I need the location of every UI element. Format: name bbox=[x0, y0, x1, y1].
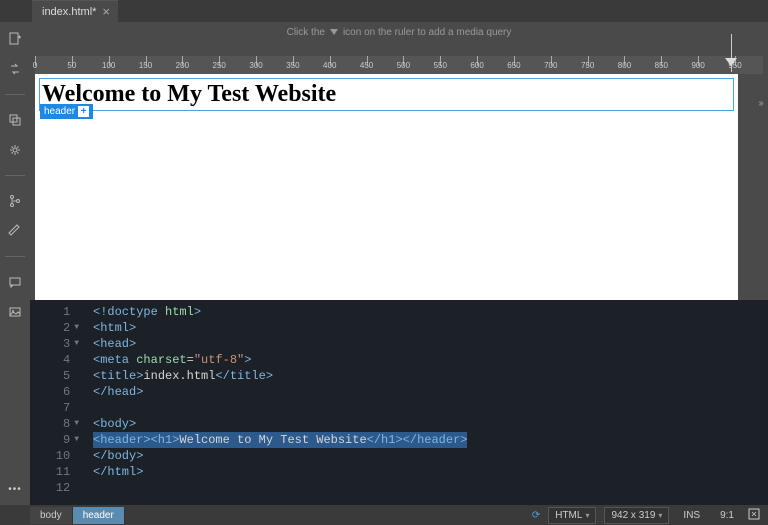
ruler-label: 900 bbox=[691, 61, 704, 70]
code-line[interactable]: </body> bbox=[93, 448, 768, 464]
sync-icon[interactable]: ⟳ bbox=[532, 510, 540, 521]
ruler-label: 650 bbox=[507, 61, 520, 70]
code-line[interactable]: <header><h1>Welcome to My Test Website</… bbox=[93, 432, 768, 448]
branch-icon[interactable] bbox=[6, 192, 24, 210]
plus-icon[interactable]: + bbox=[78, 106, 89, 117]
code-line[interactable]: <!doctype html> bbox=[93, 304, 768, 320]
separator bbox=[5, 94, 25, 95]
gutter-line: 11 bbox=[30, 464, 79, 480]
code-body[interactable]: <!doctype html><html><head><meta charset… bbox=[85, 300, 768, 505]
viewport-size[interactable]: 942 x 319 ▾ bbox=[604, 507, 669, 524]
insert-mode[interactable]: INS bbox=[677, 508, 706, 523]
code-line[interactable]: <head> bbox=[93, 336, 768, 352]
gutter-line: 4 bbox=[30, 352, 79, 368]
separator bbox=[5, 175, 25, 176]
comment-icon[interactable] bbox=[6, 273, 24, 291]
ruler-label: 250 bbox=[213, 61, 226, 70]
ruler-label: 100 bbox=[102, 61, 115, 70]
gutter-line: 12 bbox=[30, 480, 79, 496]
gutter-line: 10 bbox=[30, 448, 79, 464]
code-line[interactable]: </head> bbox=[93, 384, 768, 400]
gutter-line: 2▼ bbox=[30, 320, 79, 336]
element-tag-badge[interactable]: header + bbox=[40, 104, 93, 119]
file-tab[interactable]: index.html* × bbox=[32, 0, 118, 22]
code-line[interactable]: <html> bbox=[93, 320, 768, 336]
code-line[interactable]: <meta charset="utf-8"> bbox=[93, 352, 768, 368]
expand-icon[interactable] bbox=[748, 508, 760, 523]
hint-suffix: icon on the ruler to add a media query bbox=[343, 27, 511, 38]
swap-icon[interactable] bbox=[6, 60, 24, 78]
gutter-line: 3▼ bbox=[30, 336, 79, 352]
ruler-label: 850 bbox=[655, 61, 668, 70]
ruler-label: 500 bbox=[397, 61, 410, 70]
cursor-position: 9:1 bbox=[714, 508, 740, 523]
ruler-label: 550 bbox=[434, 61, 447, 70]
ruler-label: 350 bbox=[286, 61, 299, 70]
ruler[interactable]: 0 50 100 150 200 250 300 350 400 450 500 550 600 650 7… bbox=[35, 56, 763, 74]
page-heading: Welcome to My Test Website bbox=[42, 81, 731, 108]
gutter-line: 6 bbox=[30, 384, 79, 400]
gutter-line: 1 bbox=[30, 304, 79, 320]
media-query-hint: Click the icon on the ruler to add a med… bbox=[30, 22, 768, 42]
main-area: Click the icon on the ruler to add a med… bbox=[30, 22, 768, 505]
heading-selection[interactable]: Welcome to My Test Website bbox=[39, 78, 734, 111]
viewport-size-label: 942 x 319 bbox=[611, 510, 655, 521]
ruler-marker-head-icon[interactable] bbox=[725, 58, 737, 66]
code-line[interactable]: <title>index.html</title> bbox=[93, 368, 768, 384]
language-selector[interactable]: HTML ▾ bbox=[548, 507, 596, 524]
ruler-label: 750 bbox=[581, 61, 594, 70]
ruler-label: 450 bbox=[360, 61, 373, 70]
more-icon[interactable]: ••• bbox=[8, 484, 22, 495]
tag-badge-label: header bbox=[44, 106, 75, 117]
left-toolbar: ••• bbox=[0, 22, 30, 505]
gear-icon[interactable] bbox=[6, 141, 24, 159]
chevron-down-icon: ▾ bbox=[658, 511, 662, 520]
ruler-label: 200 bbox=[176, 61, 189, 70]
dom-breadcrumb: bodyheader bbox=[30, 505, 125, 525]
gutter-line: 7 bbox=[30, 400, 79, 416]
triangle-down-icon bbox=[329, 27, 339, 37]
layers-icon[interactable] bbox=[6, 111, 24, 129]
ruler-label: 400 bbox=[323, 61, 336, 70]
ruler-label: 50 bbox=[67, 61, 76, 70]
code-line[interactable]: <body> bbox=[93, 416, 768, 432]
separator bbox=[5, 256, 25, 257]
brush-icon[interactable] bbox=[6, 222, 24, 240]
file-new-icon[interactable] bbox=[6, 30, 24, 48]
ruler-label: 700 bbox=[544, 61, 557, 70]
ruler-zone: 0 50 100 150 200 250 300 350 400 450 500 550 600 650 7… bbox=[30, 42, 768, 74]
gutter-line: 5 bbox=[30, 368, 79, 384]
ruler-label: 150 bbox=[139, 61, 152, 70]
ruler-label: 800 bbox=[618, 61, 631, 70]
tab-bar: index.html* × bbox=[0, 0, 768, 22]
code-line[interactable]: </html> bbox=[93, 464, 768, 480]
ruler-label: 0 bbox=[33, 61, 37, 70]
chevron-down-icon: ▾ bbox=[585, 511, 589, 520]
preview-canvas[interactable]: Welcome to My Test Website header + bbox=[35, 74, 738, 300]
image-icon[interactable] bbox=[6, 303, 24, 321]
gutter-line: 9▼ bbox=[30, 432, 79, 448]
language-label: HTML bbox=[555, 510, 582, 521]
code-line[interactable] bbox=[93, 480, 768, 496]
breadcrumb-item-header[interactable]: header bbox=[73, 507, 125, 524]
breadcrumb-item-body[interactable]: body bbox=[30, 507, 73, 524]
close-icon[interactable]: × bbox=[102, 4, 110, 19]
ruler-label: 300 bbox=[249, 61, 262, 70]
ruler-label: 600 bbox=[470, 61, 483, 70]
line-gutter: 1 2▼3▼4 5 6 7 8▼9▼10 11 12 bbox=[30, 300, 85, 505]
gutter-line: 8▼ bbox=[30, 416, 79, 432]
code-line[interactable] bbox=[93, 400, 768, 416]
tab-label: index.html* bbox=[42, 6, 96, 18]
chevrons-icon: ››› bbox=[758, 98, 762, 109]
ruler-marker[interactable] bbox=[731, 34, 732, 72]
code-editor[interactable]: 1 2▼3▼4 5 6 7 8▼9▼10 11 12 <!doctype htm… bbox=[30, 300, 768, 505]
hint-prefix: Click the bbox=[287, 27, 325, 38]
